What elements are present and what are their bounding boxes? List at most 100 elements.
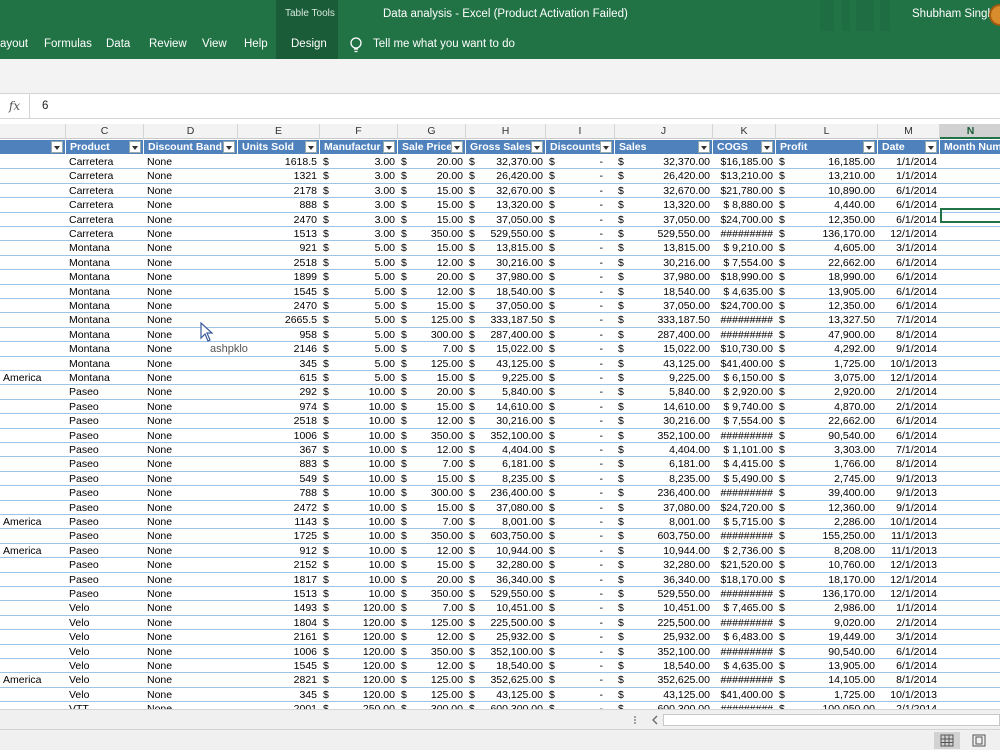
cell-discounts[interactable]: $- — [546, 155, 615, 169]
cell-gross-sales[interactable]: $18,540.00 — [466, 659, 546, 673]
tab-design[interactable]: Design — [291, 38, 327, 50]
cell-region[interactable] — [0, 558, 66, 572]
cell-profit[interactable]: $13,210.00 — [776, 169, 878, 183]
cell-gross-sales[interactable]: $4,404.00 — [466, 443, 546, 457]
cell-sale-price[interactable]: $15.00 — [398, 400, 466, 414]
cell-discount-band[interactable]: None — [144, 198, 238, 212]
cell-sales[interactable]: $352,100.00 — [615, 429, 713, 443]
cell-product[interactable]: Carretera — [66, 184, 144, 198]
cell-date[interactable]: 1/1/2014 — [878, 155, 940, 169]
cell-discount-band[interactable]: None — [144, 385, 238, 399]
cell-gross-sales[interactable]: $10,944.00 — [466, 544, 546, 558]
table-row[interactable]: America Paseo None 1143 $10.00 $7.00 $8,001.00… — [0, 515, 1000, 530]
header-segment[interactable] — [0, 140, 66, 154]
cell-cogs[interactable]: ######### — [713, 616, 776, 630]
column-header-i[interactable]: I — [546, 124, 615, 139]
cell-profit[interactable]: $9,020.00 — [776, 616, 878, 630]
header-product[interactable]: Product — [66, 140, 144, 154]
header-sales[interactable]: Sales — [615, 140, 713, 154]
cell-region[interactable] — [0, 659, 66, 673]
cell-units-sold[interactable]: 788 — [238, 486, 320, 500]
cell-product[interactable]: Paseo — [66, 529, 144, 543]
cell-discounts[interactable]: $- — [546, 313, 615, 327]
cell-discounts[interactable]: $- — [546, 299, 615, 313]
cell-units-sold[interactable]: 2470 — [238, 213, 320, 227]
cell-gross-sales[interactable]: $37,080.00 — [466, 501, 546, 515]
cell-region[interactable] — [0, 601, 66, 615]
cell-profit[interactable]: $100,050.00 — [776, 702, 878, 709]
cell-gross-sales[interactable]: $37,980.00 — [466, 270, 546, 284]
cell-month-number[interactable] — [940, 558, 1000, 572]
cell-profit[interactable]: $10,760.00 — [776, 558, 878, 572]
cell-units-sold[interactable]: 2518 — [238, 414, 320, 428]
cell-month-number[interactable] — [940, 414, 1000, 428]
cell-product[interactable]: Paseo — [66, 472, 144, 486]
cell-cogs[interactable]: $24,700.00 — [713, 299, 776, 313]
cell-units-sold[interactable]: 2665.5 — [238, 313, 320, 327]
cell-date[interactable]: 6/1/2014 — [878, 659, 940, 673]
cell-gross-sales[interactable]: $43,125.00 — [466, 688, 546, 702]
cell-cogs[interactable]: $ 9,740.00 — [713, 400, 776, 414]
cell-discounts[interactable]: $- — [546, 328, 615, 342]
cell-date[interactable]: 6/1/2014 — [878, 299, 940, 313]
cell-cogs[interactable]: $ 7,554.00 — [713, 256, 776, 270]
cell-sale-price[interactable]: $20.00 — [398, 169, 466, 183]
cell-region[interactable] — [0, 285, 66, 299]
cell-region[interactable] — [0, 213, 66, 227]
cell-sale-price[interactable]: $12.00 — [398, 659, 466, 673]
table-row[interactable]: Carretera None 2178 $3.00 $15.00 $32,670.00 $ -… — [0, 184, 1000, 199]
cell-month-number[interactable] — [940, 184, 1000, 198]
filter-dropdown-icon[interactable] — [863, 141, 875, 153]
cell-units-sold[interactable]: 1513 — [238, 227, 320, 241]
cell-discounts[interactable]: $- — [546, 501, 615, 515]
cell-product[interactable]: Velo — [66, 616, 144, 630]
cell-sale-price[interactable]: $350.00 — [398, 529, 466, 543]
column-header-j[interactable]: J — [615, 124, 713, 139]
table-row[interactable]: Carretera None 1321 $3.00 $20.00 $26,420.00 $ -… — [0, 169, 1000, 184]
filter-dropdown-icon[interactable] — [305, 141, 317, 153]
cell-sale-price[interactable]: $125.00 — [398, 688, 466, 702]
cell-region[interactable] — [0, 328, 66, 342]
cell-month-number[interactable] — [940, 630, 1000, 644]
cell-region[interactable] — [0, 241, 66, 255]
cell-cogs[interactable]: ######### — [713, 587, 776, 601]
table-row[interactable]: VTTNone2001$250.00$300.00$600,300.00$-$6… — [0, 702, 1000, 709]
cell-cogs[interactable]: ######### — [713, 429, 776, 443]
cell-sale-price[interactable]: $15.00 — [398, 299, 466, 313]
cell-gross-sales[interactable]: $333,187.50 — [466, 313, 546, 327]
cell-product[interactable]: Velo — [66, 630, 144, 644]
cell-region[interactable] — [0, 645, 66, 659]
cell-cogs[interactable]: $ 7,465.00 — [713, 601, 776, 615]
cell-profit[interactable]: $2,920.00 — [776, 385, 878, 399]
user-name[interactable]: Shubham Singh — [912, 8, 994, 20]
cell-discount-band[interactable]: None — [144, 515, 238, 529]
cell-region[interactable] — [0, 155, 66, 169]
table-row[interactable]: Velo None 2161 $120.00 $12.00 $25,932.00 $ - $25… — [0, 630, 1000, 645]
cell-gross-sales[interactable]: $8,235.00 — [466, 472, 546, 486]
cell-units-sold[interactable]: 2001 — [238, 702, 320, 709]
table-row[interactable]: Montana None 345 $5.00 $125.00 $43,125.00 $ - $4… — [0, 357, 1000, 371]
cell-discounts[interactable]: $- — [546, 414, 615, 428]
cell-sale-price[interactable]: $15.00 — [398, 558, 466, 572]
cell-region[interactable] — [0, 688, 66, 702]
cell-region[interactable] — [0, 313, 66, 327]
cell-cogs[interactable]: ######### — [713, 529, 776, 543]
cell-date[interactable]: 7/1/2014 — [878, 313, 940, 327]
cell-product[interactable]: Velo — [66, 645, 144, 659]
cell-cogs[interactable]: ######### — [713, 313, 776, 327]
cell-profit[interactable]: $4,440.00 — [776, 198, 878, 212]
cell-profit[interactable]: $3,303.00 — [776, 443, 878, 457]
cell-manufacturing-price[interactable]: $3.00 — [320, 198, 398, 212]
cell-cogs[interactable]: ######### — [713, 328, 776, 342]
cell-discounts[interactable]: $- — [546, 184, 615, 198]
column-header-l[interactable]: L — [776, 124, 878, 139]
cell-profit[interactable]: $2,286.00 — [776, 515, 878, 529]
cell-sales[interactable]: $37,050.00 — [615, 299, 713, 313]
cell-units-sold[interactable]: 912 — [238, 544, 320, 558]
cell-sales[interactable]: $43,125.00 — [615, 357, 713, 371]
cell-profit[interactable]: $1,725.00 — [776, 357, 878, 371]
cell-sale-price[interactable]: $300.00 — [398, 328, 466, 342]
cell-month-number[interactable] — [940, 227, 1000, 241]
cell-units-sold[interactable]: 1143 — [238, 515, 320, 529]
cell-sales[interactable]: $32,280.00 — [615, 558, 713, 572]
